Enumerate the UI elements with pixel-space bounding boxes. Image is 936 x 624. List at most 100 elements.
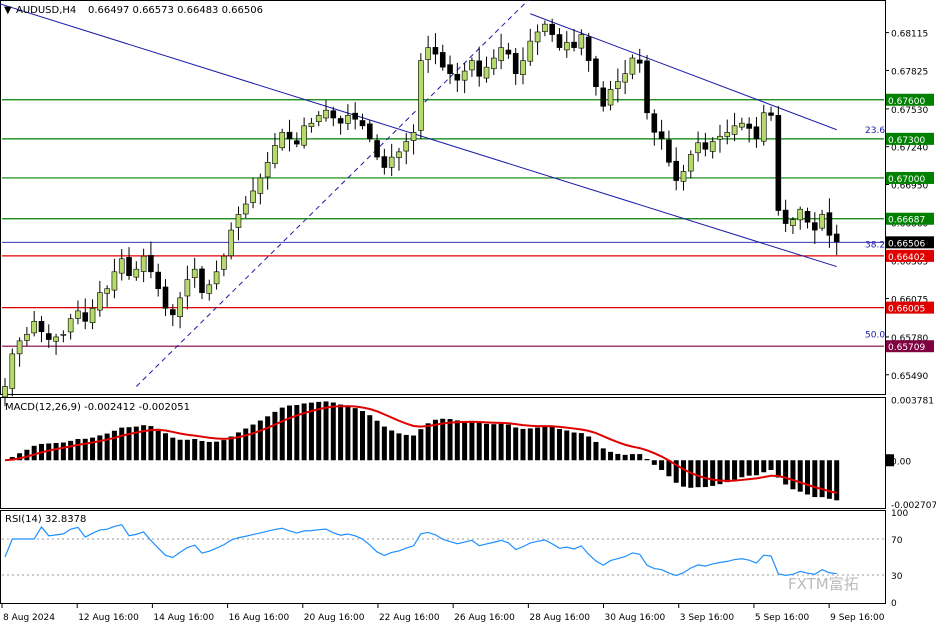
macd-histogram-bar — [549, 426, 555, 461]
price-tag-label: 0.66005 — [888, 305, 925, 315]
candle-body — [439, 52, 446, 68]
macd-histogram-bar — [68, 440, 74, 461]
candle-body — [505, 49, 512, 55]
time-label: 16 Aug 16:00 — [229, 613, 290, 623]
macd-histogram-bar — [505, 424, 511, 461]
macd-tick-label: 0.00 — [891, 457, 911, 467]
macd-histogram-bar — [768, 460, 774, 470]
candle-body — [396, 151, 402, 158]
fib-level-label: 50.0 — [865, 331, 885, 341]
macd-histogram-bar — [163, 433, 169, 461]
candle-body — [724, 132, 731, 137]
macd-histogram-bar — [746, 460, 752, 476]
candle-body — [2, 386, 8, 398]
trading-chart: 23.638.250.0 0.681150.678250.675300.6724… — [0, 0, 936, 623]
macd-histogram-bar — [775, 460, 781, 478]
candle-body — [775, 114, 782, 211]
macd-zero-marker — [886, 454, 894, 467]
candle-body — [644, 60, 650, 114]
candle-body — [418, 60, 424, 131]
macd-histogram-bar — [732, 460, 738, 480]
macd-histogram-bar — [53, 442, 59, 461]
candle-body — [447, 64, 453, 74]
candle-body — [133, 268, 140, 278]
candle-body — [804, 211, 811, 223]
candle-body — [67, 318, 74, 333]
candle-body — [301, 125, 307, 146]
candle-body — [782, 209, 789, 224]
macd-histogram-bar — [206, 441, 212, 461]
macd-histogram-bar — [724, 460, 730, 483]
macd-histogram-bar — [177, 439, 183, 461]
candle-body — [235, 214, 242, 228]
symbol-label: AUDUSD,H4 — [16, 5, 76, 16]
candle-body — [170, 309, 176, 316]
time-label: 30 Aug 16:00 — [605, 613, 666, 623]
candle-body — [498, 47, 504, 61]
candle-body — [140, 255, 147, 272]
macd-histogram-bar — [381, 426, 387, 461]
candle-body — [184, 279, 191, 297]
candle-body — [352, 112, 358, 120]
macd-label: MACD(12,26,9) -0.002412 -0.002051 — [5, 402, 190, 413]
candle-body — [264, 162, 271, 178]
fxtm-watermark: FXTM富拓 — [788, 575, 859, 593]
macd-histogram-bar — [104, 433, 110, 461]
time-label: 3 Sep 16:00 — [680, 613, 735, 623]
candle-body — [753, 126, 760, 140]
candle-body — [24, 334, 30, 341]
candle-body — [615, 81, 621, 89]
candle-body — [16, 340, 23, 355]
macd-histogram-bar — [644, 459, 650, 461]
macd-histogram-bar — [680, 460, 686, 487]
candle-body — [9, 353, 16, 389]
candle-body — [315, 115, 322, 122]
fib-level-label: 38.2 — [865, 241, 885, 251]
candle-body — [294, 140, 300, 145]
time-label: 20 Aug 16:00 — [304, 613, 365, 623]
macd-histogram-bar — [192, 439, 198, 461]
candle-body — [359, 120, 366, 127]
macd-histogram-bar — [199, 440, 205, 461]
candle-body — [337, 118, 344, 124]
macd-histogram-bar — [659, 460, 665, 470]
candle-body — [366, 123, 373, 140]
candle-body — [60, 334, 67, 336]
candle-body — [97, 292, 103, 311]
menu-triangle-icon[interactable]: ▼ — [4, 5, 12, 16]
candle-body — [148, 255, 154, 273]
time-label: 12 Aug 16:00 — [78, 613, 139, 623]
rsi-tick-label: 70 — [891, 536, 903, 546]
candle-body — [527, 40, 534, 62]
macd-histogram-bar — [834, 460, 840, 501]
macd-histogram-bar — [498, 423, 504, 461]
macd-histogram-bar — [564, 430, 570, 461]
macd-histogram-bar — [111, 430, 117, 461]
time-label: 26 Aug 16:00 — [454, 613, 515, 623]
macd-histogram-bar — [556, 429, 562, 461]
macd-histogram-bar — [352, 408, 358, 461]
candle-body — [585, 36, 592, 61]
macd-histogram-bar — [651, 460, 657, 465]
macd-histogram-bar — [527, 428, 533, 461]
macd-histogram-bar — [184, 439, 190, 461]
candle-body — [206, 284, 213, 294]
macd-histogram-bar — [411, 435, 417, 461]
candle-body — [374, 140, 380, 158]
macd-histogram-bar — [257, 420, 263, 461]
candle-body — [410, 132, 417, 141]
macd-histogram-bar — [287, 405, 293, 461]
candle-body — [520, 60, 526, 75]
macd-histogram-bar — [330, 402, 336, 461]
macd-histogram-bar — [279, 407, 285, 461]
macd-histogram-bar — [75, 439, 81, 461]
candle-body — [687, 154, 694, 172]
candle-body — [768, 112, 774, 116]
macd-histogram-bar — [571, 432, 577, 461]
fib-level-label: 23.6 — [865, 126, 885, 136]
price-tag-label: 0.67000 — [888, 175, 925, 185]
price-tag-label: 0.67600 — [888, 97, 925, 107]
macd-histogram-bar — [126, 427, 132, 461]
candle-body — [221, 255, 227, 270]
macd-histogram-bar — [586, 436, 592, 461]
